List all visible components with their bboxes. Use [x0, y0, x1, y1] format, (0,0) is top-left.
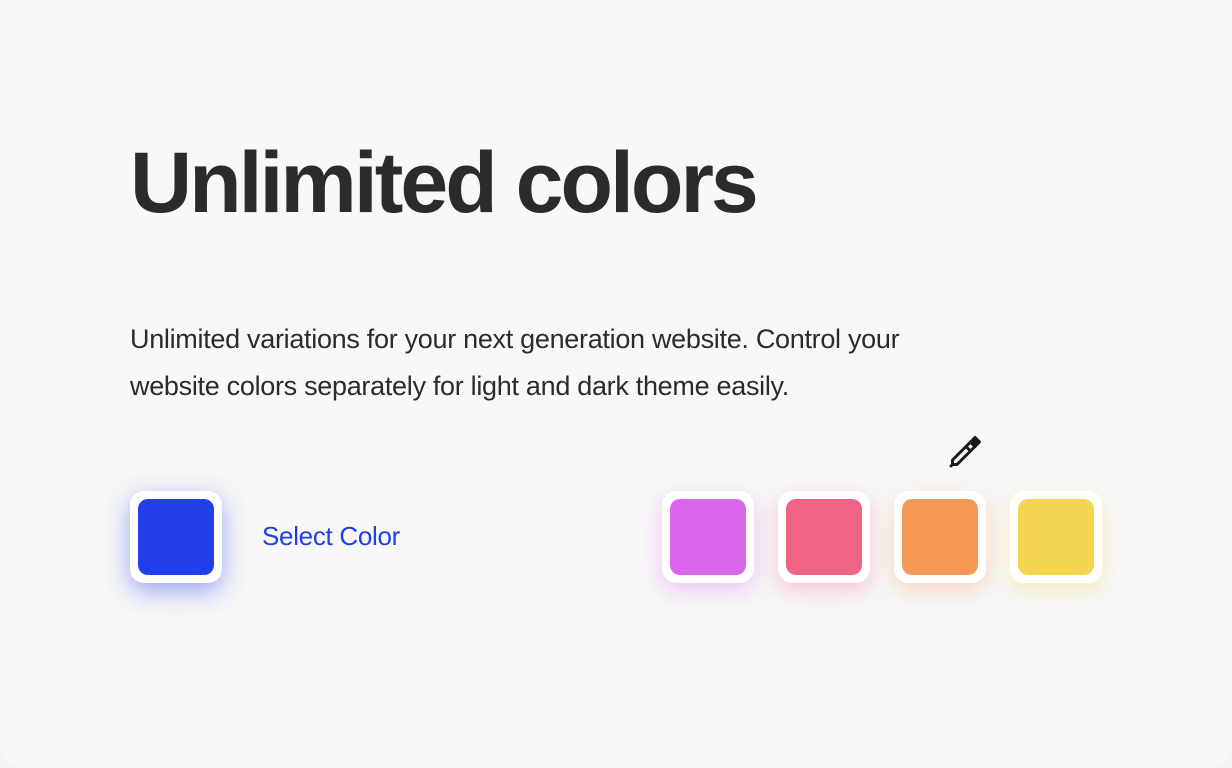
- selected-color-fill: [138, 499, 214, 575]
- palette-fill: [1018, 499, 1094, 575]
- palette-fill: [902, 499, 978, 575]
- selected-color-group: Select Color: [130, 491, 400, 583]
- selected-color-swatch[interactable]: [130, 491, 222, 583]
- palette-swatch-magenta[interactable]: [662, 491, 754, 583]
- palette-swatch-orange[interactable]: [894, 491, 986, 583]
- palette-swatch-yellow[interactable]: [1010, 491, 1102, 583]
- palette-fill: [786, 499, 862, 575]
- palette-fill: [670, 499, 746, 575]
- select-color-label[interactable]: Select Color: [262, 521, 400, 552]
- eyedropper-icon[interactable]: [948, 433, 984, 469]
- palette-swatch-pink[interactable]: [778, 491, 870, 583]
- color-controls: Select Color: [130, 491, 1102, 583]
- section-description: Unlimited variations for your next gener…: [130, 316, 930, 411]
- color-section: Unlimited colors Unlimited variations fo…: [0, 0, 1232, 768]
- palette-group: [662, 491, 1102, 583]
- section-heading: Unlimited colors: [130, 140, 1102, 226]
